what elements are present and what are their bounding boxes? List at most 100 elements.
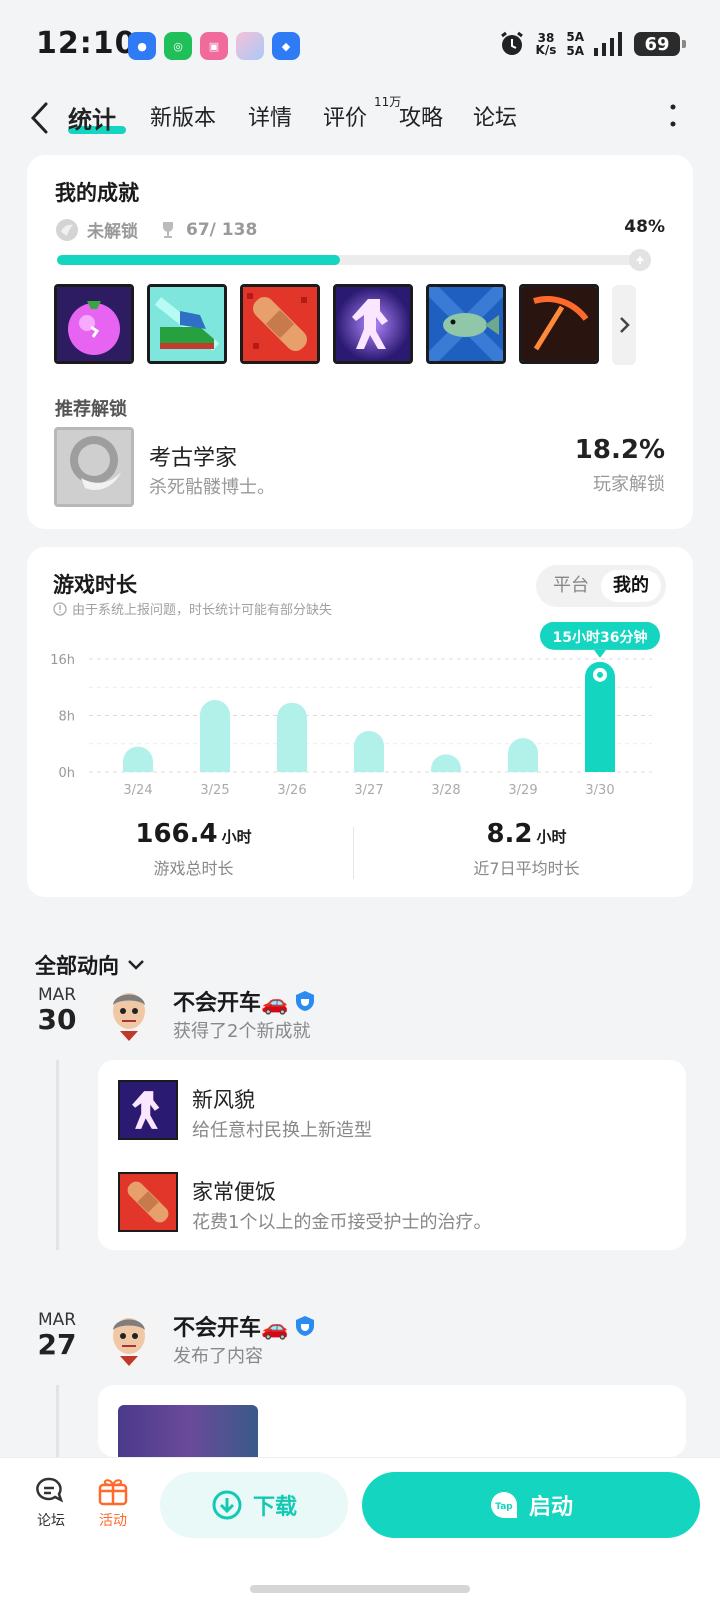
- timeline-line: [56, 1385, 59, 1457]
- total-playtime-stat: 166.4 小时 游戏总时长: [27, 819, 360, 879]
- activity-text: 获得了2个新成就: [173, 1021, 311, 1042]
- tab-stats[interactable]: 统计: [68, 100, 116, 135]
- achievement-count: 67/ 138: [186, 219, 258, 240]
- more-badges-chevron-icon[interactable]: [612, 285, 636, 365]
- back-arrow-icon[interactable]: [28, 100, 52, 136]
- toggle-platform[interactable]: 平台: [541, 570, 601, 602]
- notification-icons: ● ◎ ▣ ◆: [128, 32, 300, 60]
- locked-label: 未解锁: [87, 222, 138, 242]
- recommended-heading: 推荐解锁: [55, 399, 127, 420]
- bar: [200, 699, 230, 772]
- verified-badge-icon: [296, 991, 315, 1011]
- tooltip-text: 15小时36分钟: [553, 629, 648, 646]
- locked-badge-icon: [56, 218, 78, 241]
- toggle-mine[interactable]: 我的: [601, 570, 661, 602]
- assistant-icon: [236, 32, 264, 60]
- bandage-badge-icon: [118, 1172, 178, 1232]
- signal-icon: 5A 5A: [566, 30, 584, 58]
- more-options-icon[interactable]: [670, 104, 676, 128]
- activity-filter-label: 全部动向: [35, 954, 119, 978]
- post-thumbnail: [118, 1405, 258, 1457]
- playtime-note: 由于系统上报问题，时长统计可能有部分缺失: [72, 603, 333, 618]
- entry-date: MAR 27: [37, 1310, 77, 1361]
- username[interactable]: 不会开车🚗: [173, 1310, 316, 1342]
- x-tick-label: 3/25: [200, 783, 229, 798]
- timeline-line: [56, 1060, 59, 1250]
- item-title: 新风貌: [192, 1088, 255, 1112]
- taptap-logo-icon: Tap: [490, 1492, 517, 1518]
- playtime-card: 游戏时长 由于系统上报问题，时长统计可能有部分缺失 平台 我的 16h 8h 0h 3…: [27, 547, 693, 897]
- tab-new-version[interactable]: 新版本: [150, 100, 216, 132]
- tab-guides[interactable]: 攻略: [399, 100, 443, 132]
- net-speed: 38 K/s: [535, 31, 557, 57]
- wechat-icon: ◎: [164, 32, 192, 60]
- badge-sneaker-icon[interactable]: [147, 284, 227, 364]
- signal-bars-icon: [594, 32, 622, 56]
- y-tick-label: 16h: [50, 653, 75, 668]
- bar: [354, 731, 384, 772]
- gift-icon: [98, 1479, 128, 1506]
- info-icon: [53, 601, 67, 616]
- recommended-percent: 18.2%: [574, 435, 665, 465]
- download-icon: [212, 1490, 242, 1520]
- activity-button[interactable]: 活动: [88, 1476, 138, 1530]
- achievement-list-card[interactable]: 新风貌 给任意村民换上新造型 家常便饭 花费1个以上的金币接受护士的治疗。: [98, 1060, 686, 1250]
- battery-indicator: 69: [634, 32, 686, 56]
- avg-playtime-stat: 8.2 小时 近7日平均时长: [360, 819, 693, 879]
- entry-date: MAR 30: [37, 985, 77, 1036]
- bilibili-icon: ▣: [200, 32, 228, 60]
- recommended-percent-label: 玩家解锁: [593, 474, 665, 495]
- username[interactable]: 不会开车🚗: [173, 985, 316, 1017]
- activity-filter[interactable]: 全部动向: [35, 950, 145, 980]
- achievement-progress-fill: [57, 255, 341, 265]
- badge-fish-icon[interactable]: [426, 284, 506, 364]
- verified-badge-icon: [296, 1316, 315, 1336]
- total-playtime-label: 游戏总时长: [153, 859, 234, 878]
- x-tick-label: 3/24: [123, 783, 152, 798]
- recommended-name: 考古学家: [149, 446, 238, 471]
- tab-reviews[interactable]: 评价: [323, 100, 367, 132]
- bar: [123, 746, 153, 772]
- bar: [431, 754, 461, 772]
- total-playtime-value: 166.4: [135, 819, 218, 849]
- badge-eggplant-icon[interactable]: [54, 284, 134, 364]
- achievement-percent: 48%: [624, 217, 665, 237]
- post-preview-card[interactable]: [98, 1385, 686, 1457]
- bar-point-dot: [597, 671, 603, 678]
- item-title: 家常便饭: [192, 1180, 276, 1204]
- clock: 12:10: [36, 26, 137, 61]
- playtime-title: 游戏时长: [53, 573, 137, 597]
- playtime-chart: 16h 8h 0h 3/24 3/25 3/26 3/27 3/28 3/29 3/30 15小时3…: [50, 622, 660, 798]
- badge-pickaxe-icon[interactable]: [519, 284, 599, 364]
- forum-button[interactable]: 论坛: [26, 1476, 76, 1530]
- bar: [277, 702, 307, 772]
- recommended-desc: 杀死骷髅博士。: [149, 477, 275, 498]
- top-nav: 统计 新版本 详情 评价 11万 攻略 论坛: [0, 95, 720, 146]
- download-button[interactable]: 下载: [160, 1472, 348, 1538]
- recommended-achievement-icon[interactable]: [54, 427, 134, 507]
- tips-icon: ◆: [272, 32, 300, 60]
- avatar[interactable]: [98, 983, 160, 1045]
- spirit-badge-icon: [118, 1080, 178, 1140]
- avatar[interactable]: [98, 1308, 160, 1370]
- activity-text: 发布了内容: [173, 1346, 263, 1367]
- x-tick-label: 3/28: [431, 783, 460, 798]
- stat-divider: [353, 827, 354, 879]
- tab-forum[interactable]: 论坛: [473, 100, 517, 132]
- item-desc: 给任意村民换上新造型: [192, 1120, 372, 1141]
- bar: [508, 738, 538, 772]
- x-tick-label: 3/30: [585, 783, 614, 798]
- x-tick-label: 3/27: [354, 783, 383, 798]
- achievement-badges: [54, 284, 599, 364]
- tab-details[interactable]: 详情: [248, 100, 292, 132]
- x-tick-label: 3/29: [508, 783, 537, 798]
- avg-playtime-value: 8.2: [486, 819, 533, 849]
- badge-bandage-icon[interactable]: [240, 284, 320, 364]
- start-button[interactable]: Tap 启动: [362, 1472, 700, 1538]
- avg-playtime-unit: 小时: [536, 828, 567, 846]
- achievements-title: 我的成就: [55, 181, 139, 205]
- home-indicator[interactable]: [250, 1585, 470, 1593]
- achievement-progress-bar: [57, 249, 651, 271]
- progress-end-icon: [629, 249, 651, 271]
- badge-spirit-icon[interactable]: [333, 284, 413, 364]
